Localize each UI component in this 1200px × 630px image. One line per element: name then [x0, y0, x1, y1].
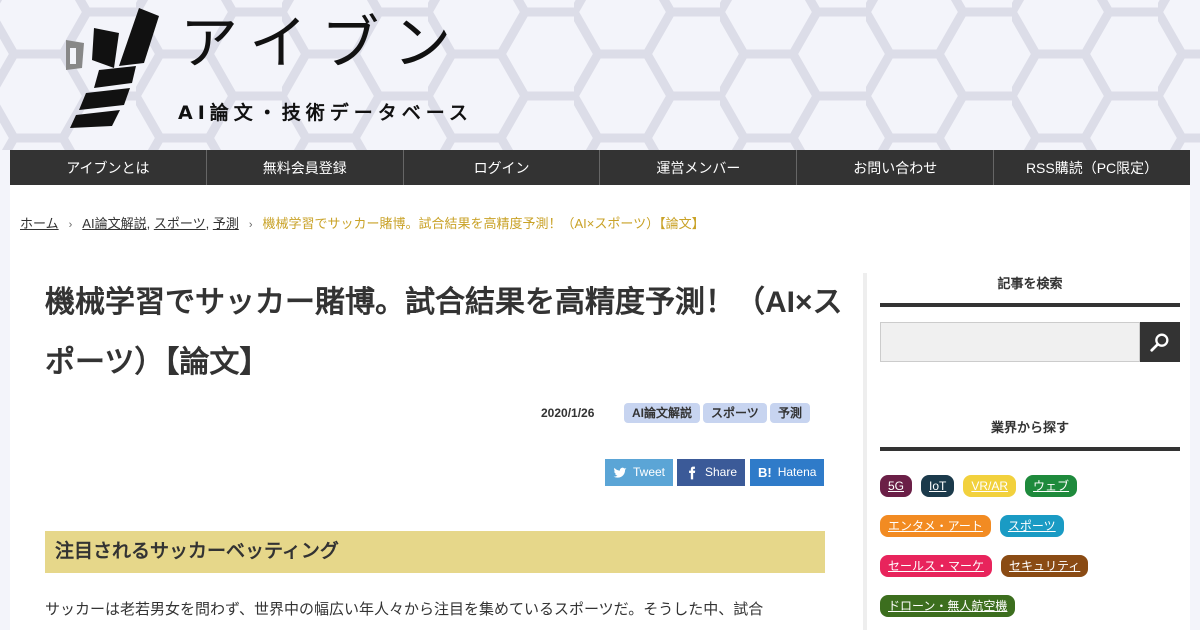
search-icon — [1150, 333, 1169, 352]
hatena-label: Hatena — [777, 465, 817, 479]
tag-prediction[interactable]: 予測 — [770, 403, 811, 423]
hatena-button[interactable]: B! Hatena — [750, 459, 825, 486]
section-heading: 注目されるサッカーベッティング — [45, 531, 825, 573]
hatena-icon: B! — [758, 465, 772, 480]
nav-item-about[interactable]: アイブンとは — [10, 150, 207, 185]
tag-sports[interactable]: スポーツ — [703, 403, 767, 423]
site-header: アイブン AI論文・技術データベース — [10, 0, 1190, 150]
industry-drone[interactable]: ドローン・無人航空機 — [880, 595, 1016, 617]
site-subtitle: AI論文・技術データベース — [178, 102, 473, 124]
twitter-icon — [613, 467, 627, 478]
article: 機械学習でサッカー賭博。試合結果を高精度予測！（AI×スポーツ）【論文】 202… — [45, 273, 843, 618]
breadcrumb: ホーム › AI論文解説, スポーツ, 予測 › 機械学習でサッカー賭博。試合結果を高精… — [20, 216, 705, 231]
breadcrumb-current: 機械学習でサッカー賭博。試合結果を高精度予測！（AI×スポーツ）【論文】 — [262, 216, 705, 231]
nav-item-members[interactable]: 運営メンバー — [600, 150, 798, 185]
facebook-icon — [689, 466, 696, 479]
article-meta: 2020/1/26 AI論文解説 スポーツ 予測 — [45, 403, 825, 425]
industry-sales-marketing[interactable]: セールス・マーケ — [880, 555, 993, 577]
nav-item-contact[interactable]: お問い合わせ — [797, 150, 995, 185]
article-title: 機械学習でサッカー賭博。試合結果を高精度予測！（AI×スポーツ）【論文】 — [45, 286, 843, 379]
industry-tags: 5G IoT VR/AR ウェブ エンタメ・アート スポーツ セールス・マーケ … — [880, 475, 1180, 617]
breadcrumb-category-sports[interactable]: スポーツ — [154, 216, 206, 231]
chevron-right-icon: › — [68, 219, 73, 231]
tweet-label: Tweet — [633, 465, 666, 479]
article-date: 2020/1/26 — [541, 406, 595, 420]
site-title[interactable]: アイブン — [180, 14, 465, 72]
industry-5g[interactable]: 5G — [880, 475, 913, 497]
industry-sports[interactable]: スポーツ — [999, 515, 1064, 537]
breadcrumb-category-prediction[interactable]: 予測 — [213, 216, 239, 231]
search-input[interactable] — [880, 322, 1140, 362]
industry-widget-title: 業界から探す — [880, 417, 1180, 451]
nav-item-rss[interactable]: RSS購読（PC限定） — [994, 150, 1190, 185]
main-nav: アイブンとは 無料会員登録 ログイン 運営メンバー お問い合わせ RSS購読（P… — [10, 150, 1190, 185]
chevron-right-icon: › — [248, 219, 253, 231]
industry-iot[interactable]: IoT — [921, 475, 955, 497]
industry-web[interactable]: ウェブ — [1025, 475, 1078, 497]
industry-entertainment[interactable]: エンタメ・アート — [880, 515, 991, 537]
breadcrumb-home[interactable]: ホーム — [20, 216, 59, 231]
tag-ai-paper[interactable]: AI論文解説 — [624, 403, 701, 423]
search-widget-title: 記事を検索 — [880, 273, 1180, 307]
bee-logo-icon[interactable] — [64, 8, 159, 130]
search-form — [880, 322, 1180, 362]
column-divider — [863, 273, 867, 630]
article-body: サッカーは老若男女を問わず、世界中の幅広い年人々から注目を集めているスポーツだ。… — [45, 601, 764, 618]
sidebar: 記事を検索 業界から探す 5G IoT VR/AR ウェブ エンタメ・アート ス… — [880, 273, 1180, 630]
facebook-share-button[interactable]: Share — [677, 459, 746, 486]
nav-item-register[interactable]: 無料会員登録 — [207, 150, 404, 185]
tweet-button[interactable]: Tweet — [605, 459, 674, 486]
content-area: ホーム › AI論文解説, スポーツ, 予測 › 機械学習でサッカー賭博。試合結果を高精… — [10, 185, 1190, 630]
breadcrumb-category-ai[interactable]: AI論文解説 — [82, 216, 146, 231]
facebook-share-label: Share — [705, 465, 738, 479]
nav-item-login[interactable]: ログイン — [404, 150, 601, 185]
search-button[interactable] — [1140, 322, 1180, 362]
industry-security[interactable]: セキュリティ — [1001, 555, 1089, 577]
industry-vr-ar[interactable]: VR/AR — [963, 475, 1017, 497]
